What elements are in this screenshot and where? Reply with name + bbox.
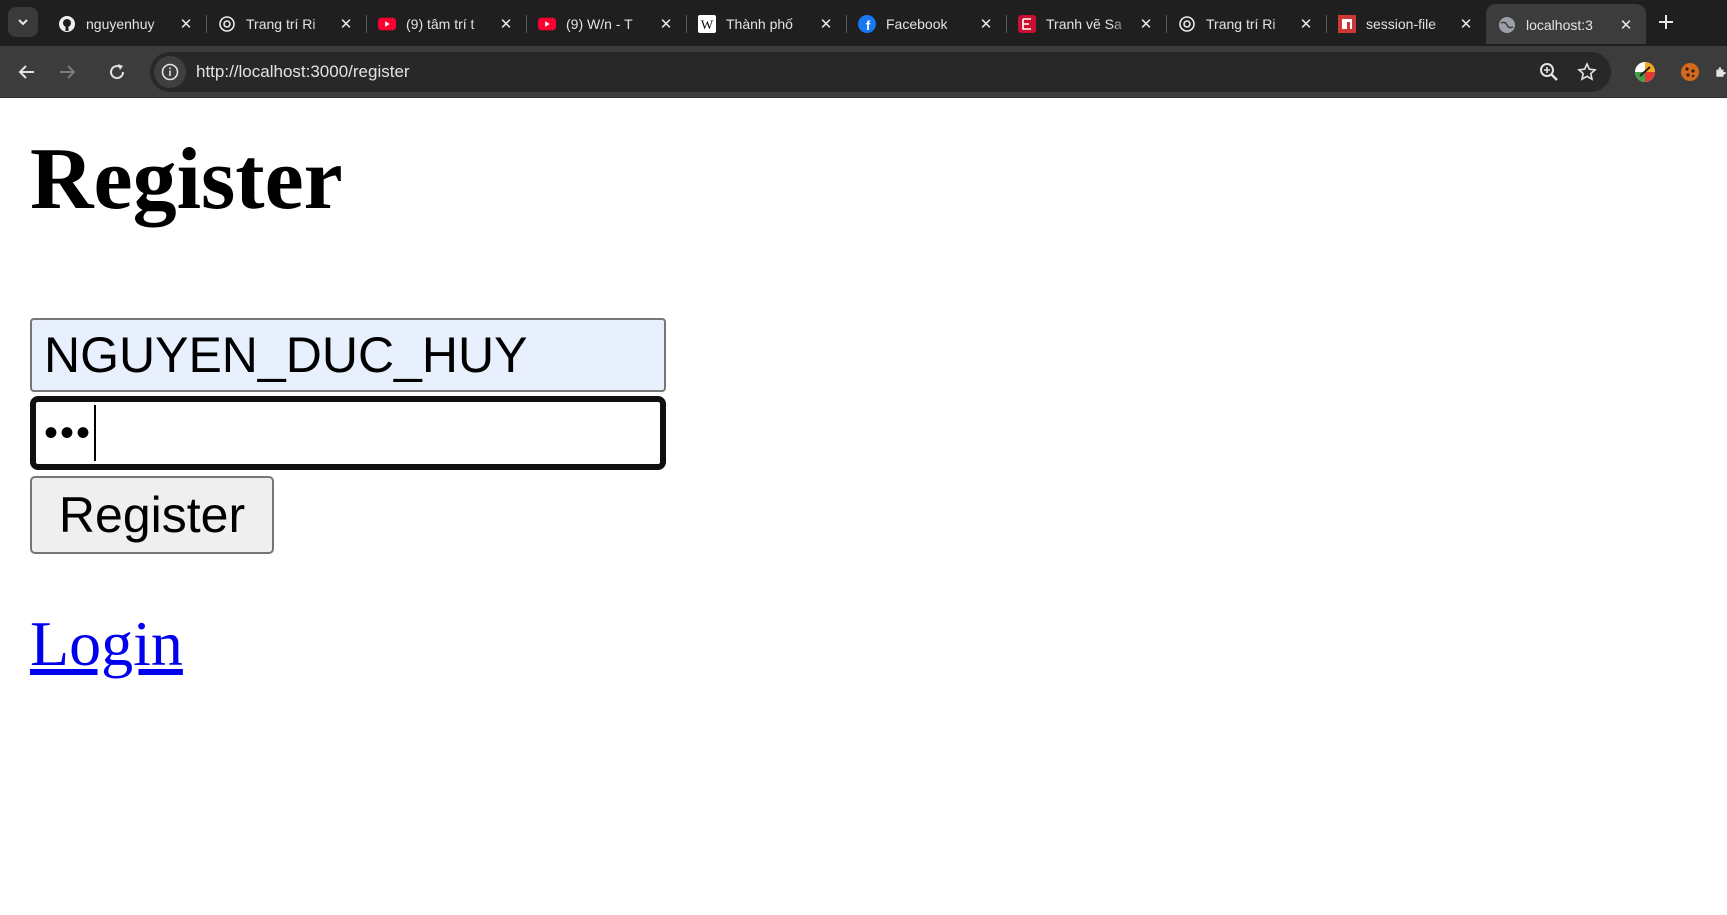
cookie-icon[interactable] [1677, 59, 1703, 85]
close-icon[interactable]: ✕ [976, 14, 996, 34]
username-value: NGUYEN_DUC_HUY [44, 327, 528, 383]
tab[interactable]: Trang trí Ri ✕ [206, 6, 366, 42]
back-button[interactable] [14, 59, 40, 85]
arrow-left-icon [18, 65, 34, 79]
page-title: Register [30, 131, 343, 228]
extension-icon[interactable] [1632, 59, 1658, 85]
password-input[interactable]: ••• [30, 396, 666, 470]
close-icon[interactable]: ✕ [1456, 14, 1476, 34]
chevron-down-icon [18, 19, 28, 26]
site-info-button[interactable] [154, 56, 186, 88]
npm-icon [1338, 15, 1356, 33]
app-e-icon [1018, 15, 1036, 33]
tab-title: Tranh vẽ Sa [1046, 16, 1122, 32]
close-icon[interactable]: ✕ [1616, 15, 1636, 35]
tab-title: Trang trí Ri [1206, 16, 1276, 32]
youtube-icon [378, 15, 396, 33]
tab[interactable]: nguyenhuy ✕ [46, 6, 206, 42]
browser-toolbar: http://localhost:3000/register [0, 46, 1727, 98]
tab-title: Trang trí Ri [246, 16, 316, 32]
forward-button[interactable] [54, 59, 80, 85]
svg-text:W: W [701, 17, 714, 32]
extensions-puzzle-icon[interactable] [1714, 59, 1727, 85]
tab[interactable]: (9) tâm trí t ✕ [366, 6, 526, 42]
tab[interactable]: session-file ✕ [1326, 6, 1486, 42]
youtube-icon [538, 15, 556, 33]
svg-text:f: f [866, 18, 871, 33]
tab-title: Thành phố [726, 16, 793, 32]
tab-title: Facebook [886, 16, 948, 32]
tab-strip: nguyenhuy ✕ Trang trí Ri ✕ (9) tâm trí t… [0, 0, 1727, 46]
url-text[interactable]: http://localhost:3000/register [196, 62, 410, 82]
tab-title: localhost:3 [1526, 17, 1593, 33]
password-masked-value: ••• [44, 411, 93, 455]
tab-title: (9) tâm trí t [406, 16, 475, 32]
text-caret [94, 405, 97, 461]
github-icon [58, 15, 76, 33]
login-link[interactable]: Login [30, 612, 183, 676]
info-icon [161, 63, 179, 81]
tab-title: (9) W/n - T [566, 16, 633, 32]
arrow-right-icon [60, 65, 76, 79]
zoom-icon[interactable] [1537, 60, 1561, 84]
address-bar[interactable]: http://localhost:3000/register [150, 52, 1611, 92]
tabs: nguyenhuy ✕ Trang trí Ri ✕ (9) tâm trí t… [46, 4, 1646, 46]
tab-active[interactable]: localhost:3 ✕ [1486, 4, 1646, 44]
close-icon[interactable]: ✕ [496, 14, 516, 34]
chatgpt-icon [1178, 15, 1196, 33]
new-tab-button[interactable] [1652, 8, 1680, 36]
close-icon[interactable]: ✕ [656, 14, 676, 34]
close-icon[interactable]: ✕ [1296, 14, 1316, 34]
wikipedia-icon: W [698, 15, 716, 33]
tab[interactable]: f Facebook ✕ [846, 6, 1006, 42]
tab-title: nguyenhuy [86, 16, 155, 32]
username-input[interactable]: NGUYEN_DUC_HUY [30, 318, 666, 392]
tab-search-button[interactable] [8, 7, 38, 37]
globe-icon [1498, 16, 1516, 34]
close-icon[interactable]: ✕ [176, 14, 196, 34]
close-icon[interactable]: ✕ [336, 14, 356, 34]
register-button[interactable]: Register [30, 476, 274, 554]
close-icon[interactable]: ✕ [816, 14, 836, 34]
reload-button[interactable] [104, 59, 130, 85]
reload-icon [110, 64, 125, 80]
tab[interactable]: (9) W/n - T ✕ [526, 6, 686, 42]
bookmark-star-icon[interactable] [1575, 60, 1599, 84]
tab-title: session-file [1366, 16, 1437, 32]
tab[interactable]: Trang trí Ri ✕ [1166, 6, 1326, 42]
facebook-icon: f [858, 15, 876, 33]
close-icon[interactable]: ✕ [1136, 14, 1156, 34]
page-content: Register NGUYEN_DUC_HUY ••• Register Log… [0, 98, 1727, 915]
chatgpt-icon [218, 15, 236, 33]
tab[interactable]: Tranh vẽ Sa ✕ [1006, 6, 1166, 42]
tab[interactable]: W Thành phố ✕ [686, 6, 846, 42]
plus-icon [1659, 15, 1673, 29]
